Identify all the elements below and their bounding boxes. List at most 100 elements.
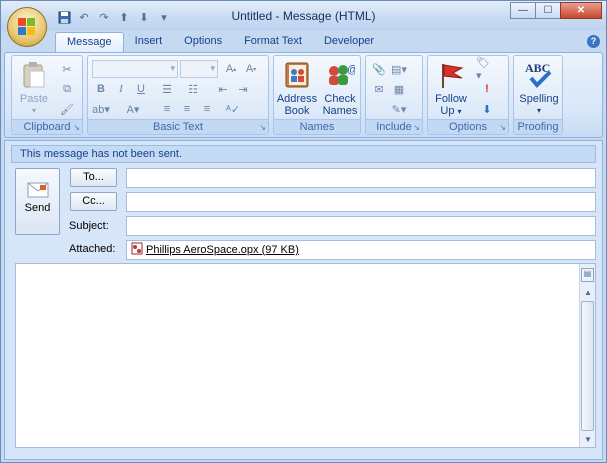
increase-indent-icon[interactable]: ⇥: [234, 80, 252, 98]
subject-label: Subject:: [69, 220, 109, 232]
clipboard-launcher-icon[interactable]: ↘: [73, 123, 80, 132]
format-painter-icon[interactable]: 🖌: [58, 100, 76, 118]
outlook-message-window: ↶ ↷ ⬆ ⬇ ▾ Untitled - Message (HTML) — ☐ …: [0, 0, 607, 463]
scroll-up-icon[interactable]: ▲: [582, 288, 594, 298]
cc-button[interactable]: Cc...: [70, 192, 117, 211]
grow-font-icon[interactable]: A ▴: [222, 60, 240, 78]
options-group-label: Options: [428, 119, 508, 134]
spelling-dropdown-icon: ▾: [536, 106, 541, 115]
shrink-font-icon[interactable]: A ▾: [242, 60, 260, 78]
spelling-icon: ABC: [523, 60, 555, 90]
paste-label: Paste: [19, 93, 49, 105]
window-controls: — ☐ ✕: [510, 2, 602, 19]
tab-insert[interactable]: Insert: [124, 32, 174, 52]
ribbon-tabs: Message Insert Options Format Text Devel…: [55, 32, 385, 53]
clipboard-group: Paste ▾ ✂ ⧉ 🖌 Clipboard ↘: [11, 55, 83, 135]
check-names-icon: @: [324, 60, 356, 90]
title-bar: ↶ ↷ ⬆ ⬇ ▾ Untitled - Message (HTML) — ☐ …: [1, 1, 606, 31]
paste-button[interactable]: Paste ▾: [18, 60, 50, 117]
numbering-icon[interactable]: ☷: [184, 80, 202, 98]
font-size-combo[interactable]: [180, 60, 218, 78]
address-book-label-1: Address: [276, 93, 318, 105]
attach-item-icon[interactable]: ✉: [370, 80, 388, 98]
follow-up-button[interactable]: Follow Up ▾: [430, 60, 472, 118]
highlight-icon[interactable]: ab▾: [92, 100, 110, 118]
message-body[interactable]: ▤ ▲ ▼: [15, 263, 596, 448]
align-center-icon[interactable]: ≡: [178, 100, 196, 118]
underline-icon[interactable]: U: [132, 80, 150, 98]
paste-icon: [18, 60, 50, 90]
names-group-label: Names: [274, 119, 360, 134]
align-right-icon[interactable]: ≡: [198, 100, 216, 118]
options-launcher-icon[interactable]: ↘: [499, 123, 506, 132]
address-book-button[interactable]: Address Book: [276, 60, 318, 117]
address-book-icon: [281, 60, 313, 90]
clear-formatting-icon[interactable]: ᴬ✓: [224, 100, 242, 118]
to-field[interactable]: [126, 168, 596, 188]
send-label: Send: [24, 202, 51, 214]
bullets-icon[interactable]: ☰: [158, 80, 176, 98]
business-card-icon[interactable]: ▤▾: [390, 60, 408, 78]
maximize-button[interactable]: ☐: [535, 2, 561, 19]
proofing-group: ABC Spelling ▾ Proofing: [513, 55, 563, 135]
tab-message[interactable]: Message: [55, 32, 124, 53]
minimize-button[interactable]: —: [510, 2, 536, 19]
ruler-toggle-icon[interactable]: ▤: [581, 268, 594, 282]
check-names-label-2: Names: [322, 105, 358, 117]
include-launcher-icon[interactable]: ↘: [413, 123, 420, 132]
decrease-indent-icon[interactable]: ⇤: [214, 80, 232, 98]
cc-field[interactable]: [126, 192, 596, 212]
subject-field[interactable]: [126, 216, 596, 236]
basic-text-group-label: Basic Text: [88, 119, 268, 134]
include-group: 📎 ▤▾ ✉ ▦ ✎▾ Include ↘: [365, 55, 423, 135]
close-button[interactable]: ✕: [560, 2, 602, 19]
attachment-file-icon: [131, 242, 143, 258]
office-logo-icon: [18, 18, 36, 36]
basic-text-launcher-icon[interactable]: ↘: [259, 123, 266, 132]
tab-developer[interactable]: Developer: [313, 32, 385, 52]
follow-up-flag-icon: [435, 60, 467, 90]
svg-text:@: @: [347, 64, 355, 76]
tab-options[interactable]: Options: [173, 32, 233, 52]
font-name-combo[interactable]: [92, 60, 178, 78]
ribbon: Paste ▾ ✂ ⧉ 🖌 Clipboard ↘ A▴ A▾ B I U ☰ …: [4, 52, 603, 138]
categorize-icon[interactable]: 🏷▾: [476, 57, 494, 82]
vertical-scrollbar[interactable]: ▤ ▲ ▼: [579, 264, 595, 447]
info-bar: This message has not been sent.: [11, 145, 596, 163]
calendar-icon[interactable]: ▦: [390, 80, 408, 98]
spelling-label: Spelling: [519, 93, 559, 105]
italic-icon[interactable]: I: [112, 80, 130, 98]
align-left-icon[interactable]: ≡: [158, 100, 176, 118]
spelling-button[interactable]: ABC Spelling ▾: [516, 60, 562, 117]
basic-text-group: A▴ A▾ B I U ☰ ☷ ⇤ ⇥ ab▾ A▾ ≡ ≡ ≡ ᴬ✓ Basi…: [87, 55, 269, 135]
font-color-icon[interactable]: A▾: [124, 100, 142, 118]
names-group: Address Book @ Check Names Names: [273, 55, 361, 135]
tab-format-text[interactable]: Format Text: [233, 32, 313, 52]
paste-dropdown-icon: ▾: [31, 106, 36, 115]
cut-icon[interactable]: ✂: [58, 60, 76, 78]
copy-icon[interactable]: ⧉: [58, 80, 76, 98]
scrollbar-thumb[interactable]: [581, 301, 594, 431]
address-book-label-2: Book: [284, 105, 310, 117]
check-names-label-1: Check: [324, 93, 356, 105]
office-button[interactable]: [7, 7, 47, 47]
signature-icon[interactable]: ✎▾: [390, 100, 408, 118]
proofing-group-label: Proofing: [514, 119, 562, 134]
send-button[interactable]: Send: [15, 168, 60, 235]
send-icon: [25, 180, 51, 200]
follow-up-label-2: Up ▾: [440, 105, 462, 117]
attach-file-icon[interactable]: 📎: [370, 60, 388, 78]
scroll-down-icon[interactable]: ▼: [582, 435, 594, 445]
clipboard-group-label: Clipboard: [12, 119, 82, 134]
to-button[interactable]: To...: [70, 168, 117, 187]
attachments-field: Phillips AeroSpace.opx (97 KB): [126, 240, 596, 260]
high-importance-icon[interactable]: !: [478, 80, 496, 98]
help-icon[interactable]: ?: [587, 35, 600, 48]
check-names-button[interactable]: @ Check Names: [320, 60, 360, 117]
attachment-link[interactable]: Phillips AeroSpace.opx (97 KB): [146, 244, 299, 256]
bold-icon[interactable]: B: [92, 80, 110, 98]
follow-up-label-1: Follow: [435, 93, 467, 105]
low-importance-icon[interactable]: ⬇: [478, 100, 496, 118]
options-group: Follow Up ▾ 🏷▾ ! ⬇ Options ↘: [427, 55, 509, 135]
attached-label: Attached:: [69, 243, 116, 255]
